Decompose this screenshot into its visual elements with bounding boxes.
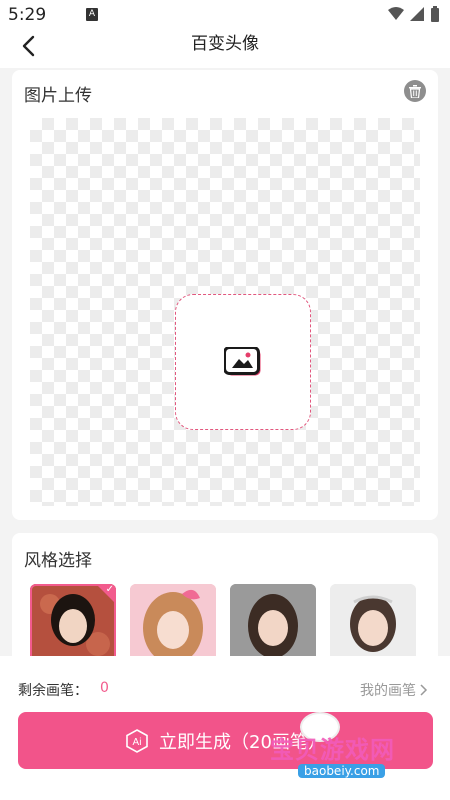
check-icon: ✓ bbox=[105, 584, 114, 595]
delete-button[interactable] bbox=[404, 80, 426, 102]
remaining-strokes-value: 0 bbox=[100, 680, 109, 696]
image-preview-area bbox=[30, 118, 420, 506]
image-icon bbox=[224, 347, 261, 376]
chevron-right-icon bbox=[420, 684, 428, 696]
ai-badge-text: Ai bbox=[133, 737, 142, 748]
generate-button-label: 立即生成（20画笔） bbox=[159, 731, 326, 753]
remaining-strokes-label: 剩余画笔： bbox=[18, 683, 88, 699]
status-time: 5:29 bbox=[8, 5, 47, 25]
upload-section-title: 图片上传 bbox=[24, 86, 92, 106]
style-card: 风格选择 ✓ bbox=[12, 533, 438, 673]
generate-button[interactable]: Ai 立即生成（20画笔） bbox=[18, 712, 433, 769]
signal-icon bbox=[410, 7, 424, 21]
status-bar: 5:29 A bbox=[0, 0, 450, 30]
delete-icon bbox=[409, 84, 421, 98]
status-icons bbox=[388, 6, 440, 22]
upload-image-button[interactable] bbox=[175, 294, 311, 430]
page-title: 百变头像 bbox=[191, 34, 259, 54]
app-notification-icon: A bbox=[86, 8, 98, 21]
nav-bar: 百变头像 bbox=[0, 30, 450, 68]
style-section-title: 风格选择 bbox=[24, 551, 92, 571]
wifi-icon bbox=[388, 7, 404, 20]
battery-icon bbox=[431, 6, 439, 22]
my-strokes-link[interactable]: 我的画笔 bbox=[360, 680, 428, 700]
upload-card: 图片上传 bbox=[12, 70, 438, 520]
my-strokes-label: 我的画笔 bbox=[360, 683, 416, 699]
bottom-panel: 剩余画笔： 0 我的画笔 Ai 立即生成（20画笔） bbox=[0, 656, 450, 800]
ai-badge-icon: Ai bbox=[125, 728, 149, 753]
